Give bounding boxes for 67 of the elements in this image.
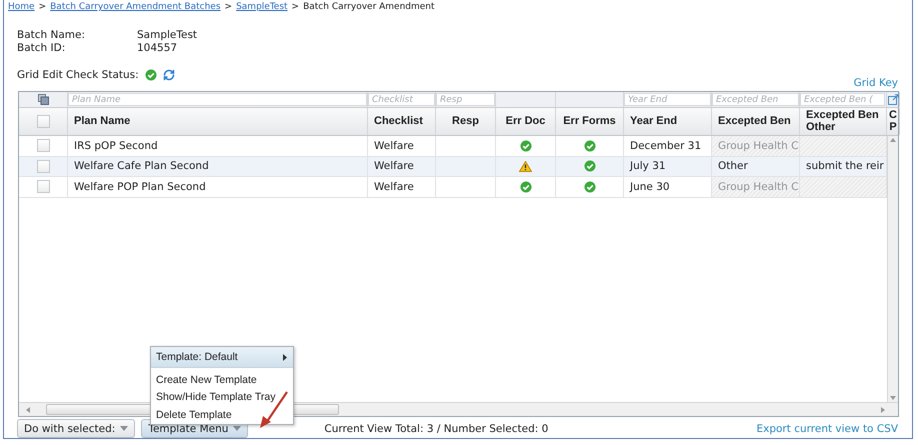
submenu-arrow-icon: [283, 354, 287, 360]
column-header[interactable]: Err Doc: [496, 108, 556, 135]
disabled-cell: Group Health C: [712, 177, 800, 196]
filter-field[interactable]: Plan Name: [68, 93, 367, 106]
check-circle-icon: [520, 180, 532, 193]
menu-item[interactable]: Show/Hide Template Tray: [151, 388, 293, 406]
check-circle-icon: [584, 180, 596, 193]
column-header[interactable]: C P: [887, 108, 900, 135]
table-cell: Welfare: [368, 156, 436, 176]
dropdown-button[interactable]: Do with selected:: [17, 419, 136, 438]
breadcrumb-current: Batch Carryover Amendment: [303, 2, 435, 12]
status-text: Current View Total: 3 / Number Selected: 0: [324, 422, 548, 434]
field-label: Batch ID:: [17, 42, 66, 54]
refresh-icon[interactable]: [162, 69, 175, 81]
annotation-arrow: [257, 390, 289, 430]
table-cell: July 31: [624, 156, 712, 176]
caret-icon: [120, 426, 128, 431]
menu-item[interactable]: Template: Default: [151, 347, 293, 368]
field-value: SampleTest: [137, 29, 198, 41]
breadcrumb-separator: >: [224, 2, 232, 12]
export-link[interactable]: Export current view to CSV: [756, 422, 898, 434]
breadcrumb-separator: >: [292, 2, 300, 12]
checkbox[interactable]: [36, 160, 50, 173]
copy-icon[interactable]: [38, 94, 48, 105]
table-cell: Welfare Cafe Plan Second: [68, 156, 368, 176]
filter-field[interactable]: Year End: [624, 93, 711, 106]
menu-item[interactable]: Delete Template: [151, 406, 293, 424]
grid-key-link[interactable]: Grid Key: [854, 77, 898, 89]
checkbox[interactable]: [36, 180, 50, 194]
field-label: Batch Name:: [17, 29, 86, 41]
breadcrumb-separator: >: [38, 2, 46, 12]
breadcrumb-link[interactable]: Home: [8, 2, 35, 12]
check-circle-icon: [584, 160, 596, 172]
warning-icon: [519, 160, 532, 172]
field-value: 104557: [137, 42, 178, 54]
column-header[interactable]: Resp: [436, 108, 496, 135]
table-cell: Other: [712, 156, 800, 176]
edit-check-label: Grid Edit Check Status:: [17, 69, 139, 81]
column-header[interactable]: Checklist: [368, 108, 436, 135]
checkbox[interactable]: [36, 139, 50, 152]
disabled-cell: Group Health C: [712, 136, 800, 156]
column-header[interactable]: Excepted Ben: [712, 108, 800, 135]
scroll-down-icon[interactable]: [890, 396, 896, 400]
table-cell: IRS pOP Second: [68, 136, 368, 156]
scroll-left-icon[interactable]: [26, 406, 30, 412]
filter-field[interactable]: Checklist: [368, 93, 435, 106]
check-circle-icon: [584, 140, 596, 152]
column-header[interactable]: Year End: [624, 108, 712, 135]
breadcrumb-link[interactable]: SampleTest: [236, 2, 288, 12]
scroll-up-icon[interactable]: [890, 138, 896, 142]
breadcrumb-link[interactable]: Batch Carryover Amendment Batches: [50, 2, 221, 12]
filter-field[interactable]: Excepted Ben: [712, 93, 799, 106]
table-cell: Welfare: [368, 177, 436, 196]
check-circle-icon: [144, 69, 157, 81]
check-circle-icon: [520, 140, 532, 152]
table-cell: Welfare: [368, 136, 436, 156]
filter-field[interactable]: Resp: [436, 93, 495, 106]
menu-item[interactable]: Create New Template: [151, 371, 293, 388]
popout-icon[interactable]: [888, 94, 898, 105]
column-header[interactable]: Excepted Ben Other: [800, 108, 887, 135]
checkbox[interactable]: [36, 115, 50, 128]
table-cell: Welfare POP Plan Second: [68, 177, 368, 196]
vertical-scrollbar[interactable]: [887, 136, 898, 402]
column-header[interactable]: Plan Name: [68, 108, 368, 135]
scroll-right-icon[interactable]: [881, 406, 885, 412]
column-header[interactable]: Err Forms: [556, 108, 624, 135]
filter-field[interactable]: Excepted Ben (: [800, 93, 885, 106]
